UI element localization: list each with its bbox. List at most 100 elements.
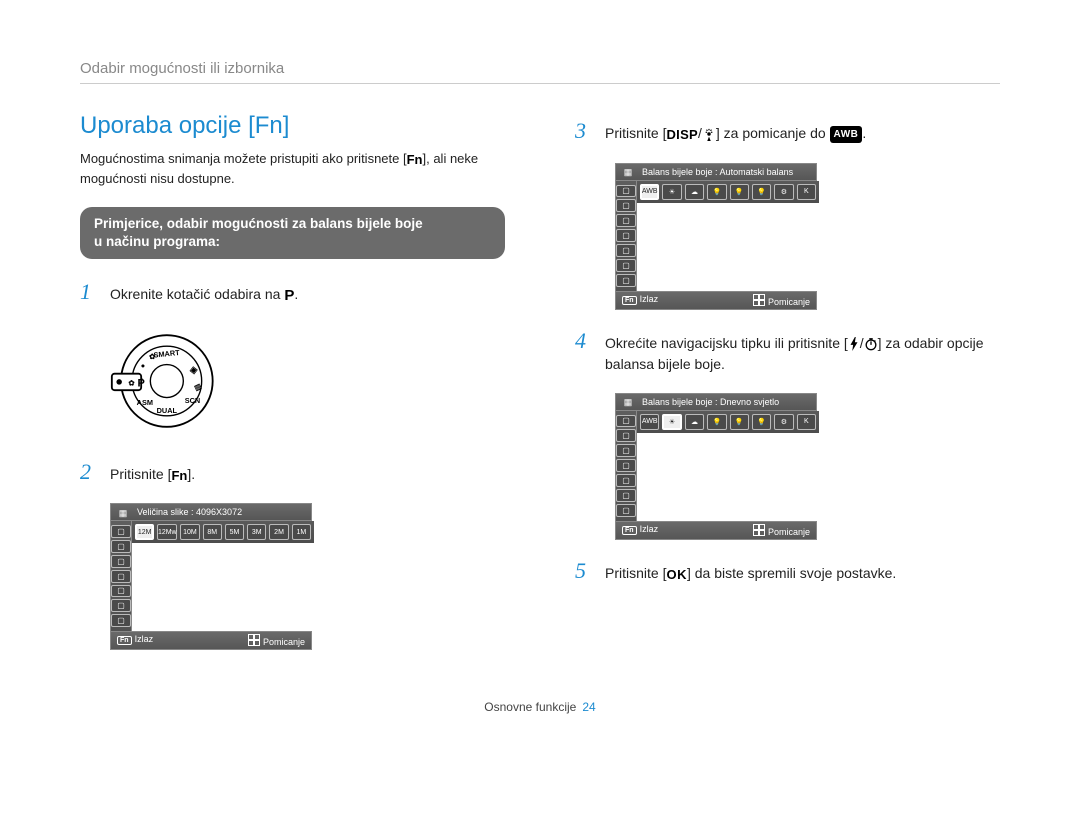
- header-icon: ▦: [618, 395, 638, 411]
- option-chip: ☀: [662, 414, 681, 430]
- lcd-header-text: Balans bijele boje : Automatski balans: [642, 167, 793, 177]
- lcd-footer: FnIzlaz Pomicanje: [616, 521, 816, 539]
- fn-icon: Fn: [407, 151, 423, 170]
- lcd-footer-left: Izlaz: [640, 294, 659, 304]
- lcd-preview-area: [637, 433, 819, 521]
- iso-icon: ▢: [616, 415, 636, 428]
- option-chip: 1M: [292, 524, 311, 540]
- option-chip: ☁: [685, 414, 704, 430]
- flash-icon: ▢: [616, 489, 636, 502]
- plus-icon: ▢: [616, 474, 636, 487]
- option-chip: 8M: [203, 524, 222, 540]
- step-5: 5 Pritisnite [OK] da biste spremili svoj…: [575, 560, 1000, 585]
- wb-icon: ▢: [111, 570, 131, 583]
- option-chip: K: [797, 414, 816, 430]
- option-chip: 2M: [269, 524, 288, 540]
- step-1: 1 Okrenite kotačić odabira na P.: [80, 281, 505, 308]
- face-icon: ▢: [616, 229, 636, 242]
- option-chip: 5M: [225, 524, 244, 540]
- svg-text:ASM: ASM: [137, 397, 153, 406]
- svg-text:✿: ✿: [128, 378, 134, 387]
- option-chip: 12Mw: [157, 524, 177, 540]
- ev-icon: ▢: [616, 444, 636, 457]
- p-mode-icon: P: [284, 285, 294, 308]
- ev-icon: ▢: [111, 555, 131, 568]
- option-chip: AWB: [640, 414, 659, 430]
- mode-dial-icon: SMART ▣ ▤ SCN DUAL ASM P ● ✿ ✿ P: [110, 326, 220, 436]
- size-icon: ▢: [111, 540, 131, 553]
- lcd-sidebar: ▢▢▢▢▢▢▢: [616, 181, 637, 291]
- lcd-screenshot-3: ▦ Balans bijele boje : Dnevno svjetlo ▢▢…: [615, 393, 817, 540]
- step-3: 3 Pritisnite [DISP/] za pomicanje do AWB…: [575, 120, 1000, 145]
- lcd-option-row: 12M12Mw10M8M5M3M2M1M: [132, 521, 314, 543]
- lcd-footer-right: Pomicanje: [768, 297, 810, 307]
- lcd-sidebar: ▢▢▢▢▢▢▢: [616, 411, 637, 521]
- lcd-footer-right: Pomicanje: [263, 637, 305, 647]
- svg-text:✿: ✿: [149, 352, 155, 361]
- section-title: Uporaba opcije [Fn]: [80, 112, 505, 140]
- example-callout: Primjerice, odabir mogućnosti za balans …: [80, 207, 505, 259]
- awb-icon: AWB: [830, 126, 863, 143]
- svg-text:SCN: SCN: [185, 396, 200, 405]
- fn-badge-icon: Fn: [117, 636, 132, 645]
- timer-icon: [864, 337, 878, 351]
- ev-icon: ▢: [616, 214, 636, 227]
- lcd-footer: FnIzlaz Pomicanje: [111, 631, 311, 649]
- nav-badge-icon: [753, 294, 765, 306]
- lcd-preview-area: [132, 543, 314, 631]
- lcd-header-text: Veličina slike : 4096X3072: [137, 507, 242, 517]
- fn-badge-icon: Fn: [622, 526, 637, 535]
- lcd-header: ▦ Veličina slike : 4096X3072: [111, 504, 311, 521]
- lcd-preview-area: [637, 203, 819, 291]
- fn-badge-icon: Fn: [622, 296, 637, 305]
- svg-text:P: P: [138, 377, 145, 389]
- breadcrumb: Odabir mogućnosti ili izbornika: [80, 60, 1000, 84]
- lcd-option-row: AWB☀☁💡💡💡⚙K: [637, 411, 819, 433]
- iso-icon: ▢: [616, 185, 636, 198]
- option-chip: 3M: [247, 524, 266, 540]
- step-2: 2 Pritisnite [Fn].: [80, 461, 505, 486]
- option-chip: ⚙: [774, 184, 793, 200]
- iso-icon: ▢: [111, 525, 131, 538]
- stabilizer-icon: ▢: [616, 274, 636, 287]
- header-icon: ▦: [113, 505, 133, 521]
- option-chip: 💡: [707, 414, 726, 430]
- svg-text:●: ●: [141, 361, 145, 370]
- focus-icon: ▢: [111, 585, 131, 598]
- ok-icon: OK: [666, 565, 687, 585]
- intro-text: Mogućnostima snimanja možete pristupiti …: [80, 150, 505, 189]
- nav-badge-icon: [248, 634, 260, 646]
- macro-icon: [702, 127, 716, 141]
- lcd-footer: FnIzlaz Pomicanje: [616, 291, 816, 309]
- option-chip: 💡: [730, 184, 749, 200]
- flash-icon: ▢: [616, 259, 636, 272]
- header-icon: ▦: [618, 165, 638, 181]
- lcd-header: ▦ Balans bijele boje : Dnevno svjetlo: [616, 394, 816, 411]
- lcd-footer-right: Pomicanje: [768, 527, 810, 537]
- lcd-screenshot-2: ▦ Balans bijele boje : Automatski balans…: [615, 163, 817, 310]
- option-chip: ⚙: [774, 414, 793, 430]
- lcd-header: ▦ Balans bijele boje : Automatski balans: [616, 164, 816, 181]
- stabilizer-icon: ▢: [616, 504, 636, 517]
- lcd-header-text: Balans bijele boje : Dnevno svjetlo: [642, 397, 779, 407]
- wb-icon: ▢: [616, 429, 636, 442]
- option-chip: 10M: [180, 524, 199, 540]
- option-chip: K: [797, 184, 816, 200]
- step-4: 4 Okrećite navigacijsku tipku ili pritis…: [575, 330, 1000, 375]
- lcd-screenshot-1: ▦ Veličina slike : 4096X3072 ▢▢▢▢▢▢▢ 12M…: [110, 503, 312, 650]
- option-chip: 💡: [752, 184, 771, 200]
- fn-icon: Fn: [171, 466, 187, 486]
- lcd-footer-left: Izlaz: [135, 634, 154, 644]
- face-icon: ▢: [616, 459, 636, 472]
- wb-icon: ▢: [616, 199, 636, 212]
- lcd-option-row: AWB☀☁💡💡💡⚙K: [637, 181, 819, 203]
- stabilizer-icon: ▢: [111, 614, 131, 627]
- option-chip: 💡: [752, 414, 771, 430]
- nav-badge-icon: [753, 524, 765, 536]
- plus-icon: ▢: [616, 244, 636, 257]
- flash-icon: ▢: [111, 599, 131, 612]
- disp-icon: DISP: [666, 125, 698, 145]
- option-chip: ☁: [685, 184, 704, 200]
- flash-icon: [848, 337, 860, 351]
- option-chip: 12M: [135, 524, 154, 540]
